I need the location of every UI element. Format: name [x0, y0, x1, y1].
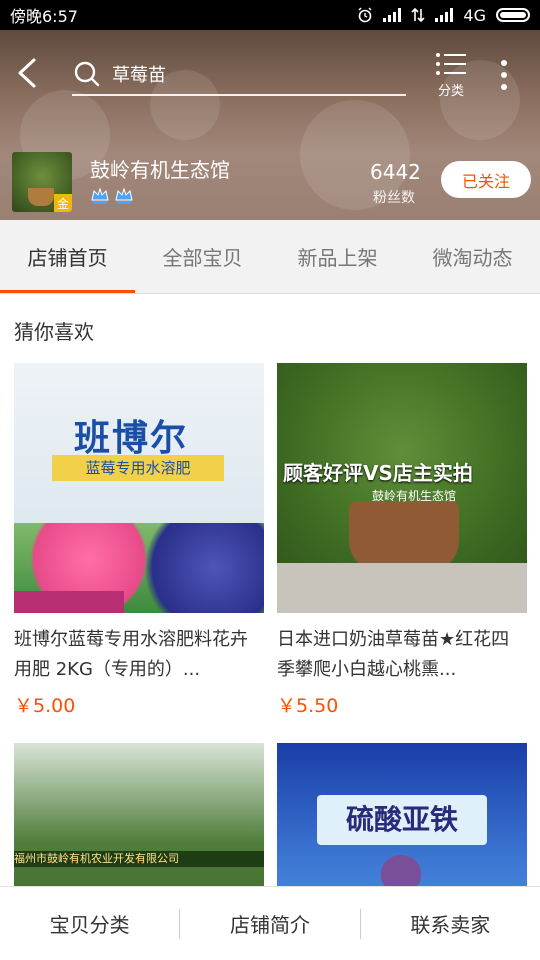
- status-bar: 傍晚6:57 4G: [0, 0, 540, 30]
- product-card[interactable]: 硫酸亚铁: [277, 743, 527, 886]
- store-name[interactable]: 鼓岭有机生态馆: [90, 154, 230, 183]
- product-title[interactable]: 班博尔蓝莓专用水溶肥料花卉用肥 2KG（专用的）...: [14, 625, 264, 685]
- product-image[interactable]: 顾客好评VS店主实拍 鼓岭有机生态馆: [277, 363, 527, 613]
- fans-label: 粉丝数: [373, 190, 415, 206]
- battery-icon: [496, 8, 530, 22]
- nav-item-contact-seller[interactable]: 联系卖家: [361, 887, 540, 960]
- signal-icon-2: [435, 8, 454, 22]
- crown-icon: [115, 187, 133, 204]
- nav-item-categories[interactable]: 宝贝分类: [0, 887, 179, 960]
- list-icon: [436, 53, 466, 75]
- product-title[interactable]: 日本进口奶油草莓苗★红花四季攀爬小白越心桃熏...: [277, 625, 527, 685]
- search-icon: [74, 61, 100, 87]
- fans-count: 6442: [370, 160, 421, 184]
- store-logo[interactable]: 金: [12, 152, 72, 212]
- crown-icon: [91, 187, 109, 204]
- alarm-icon: [358, 7, 372, 23]
- status-time: 傍晚6:57: [10, 7, 78, 26]
- search-query: 草莓苗: [112, 65, 166, 86]
- gold-badge: 金: [54, 194, 72, 212]
- product-image[interactable]: 福州市鼓岭有机农业开发有限公司: [14, 743, 264, 886]
- section-title: 猜你喜欢: [14, 320, 94, 344]
- product-card[interactable]: 福州市鼓岭有机农业开发有限公司: [14, 743, 264, 886]
- more-vertical-icon: [501, 60, 507, 90]
- follow-button[interactable]: 已关注: [441, 161, 531, 198]
- product-card[interactable]: 班博尔 蓝莓专用水溶肥 班博尔蓝莓专用水溶肥料花卉用肥 2KG（专用的）... …: [14, 363, 264, 718]
- nav-item-store-intro[interactable]: 店铺简介: [180, 887, 359, 960]
- category-label: 分类: [437, 84, 464, 99]
- data-transfer-icon: [411, 7, 425, 23]
- tab-store-home[interactable]: 店铺首页: [0, 220, 135, 293]
- store-rating: [90, 186, 134, 206]
- more-menu-button[interactable]: [494, 58, 514, 92]
- back-button[interactable]: [14, 56, 44, 90]
- status-icons: 4G: [357, 6, 530, 25]
- store-header: 草莓苗 分类 金 鼓岭有机生态馆 6442 粉丝数 已关注: [0, 30, 540, 220]
- product-image[interactable]: 硫酸亚铁: [277, 743, 527, 886]
- back-arrow-icon: [18, 58, 36, 88]
- tab-all-items[interactable]: 全部宝贝: [135, 220, 270, 293]
- product-image[interactable]: 班博尔 蓝莓专用水溶肥: [14, 363, 264, 613]
- category-button[interactable]: 分类: [428, 52, 474, 102]
- product-price: ￥5.50: [277, 695, 339, 717]
- product-card[interactable]: 顾客好评VS店主实拍 鼓岭有机生态馆 日本进口奶油草莓苗★红花四季攀爬小白越心桃…: [277, 363, 527, 718]
- tab-new-arrivals[interactable]: 新品上架: [270, 220, 405, 293]
- recommend-section: 猜你喜欢 班博尔 蓝莓专用水溶肥 班博尔蓝莓专用水溶肥料花卉用肥 2KG（专用的…: [0, 294, 540, 886]
- tab-weitao-feed[interactable]: 微淘动态: [405, 220, 540, 293]
- network-type: 4G: [463, 5, 486, 25]
- store-tabs: 店铺首页 全部宝贝 新品上架 微淘动态: [0, 220, 540, 294]
- search-box[interactable]: 草莓苗: [72, 54, 406, 96]
- signal-icon: [383, 8, 402, 22]
- bottom-nav: 宝贝分类 店铺简介 联系卖家: [0, 886, 540, 960]
- product-price: ￥5.00: [14, 695, 76, 717]
